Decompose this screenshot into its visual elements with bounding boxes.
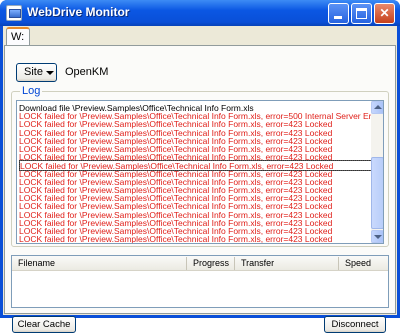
clear-cache-button[interactable]: Clear Cache <box>12 316 76 333</box>
title-bar[interactable]: WebDrive Monitor ✕ <box>0 0 400 26</box>
tab-strip: W: <box>3 26 397 46</box>
log-line[interactable]: LOCK failed for \Preview.Samples\Office\… <box>19 234 372 243</box>
maximize-icon <box>356 8 367 19</box>
scroll-up-arrow-icon[interactable] <box>371 101 383 114</box>
site-dropdown-button[interactable]: Site <box>16 63 57 82</box>
minimize-icon <box>334 16 342 19</box>
chevron-down-icon <box>46 71 54 75</box>
column-header-speed[interactable]: Speed <box>339 257 388 270</box>
monitor-window: WebDrive Monitor ✕ W: Site OpenKM Log Do… <box>0 0 400 333</box>
column-header-filename[interactable]: Filename <box>12 257 187 270</box>
disconnect-button[interactable]: Disconnect <box>324 316 386 333</box>
log-list[interactable]: Download file \Preview.Samples\Office\Te… <box>16 100 384 244</box>
log-group-label: Log <box>20 85 43 97</box>
tab-panel: Site OpenKM Log Download file \Preview.S… <box>4 45 396 333</box>
transfer-list[interactable]: Filename Progress Transfer Speed <box>11 255 389 308</box>
client-area: W: Site OpenKM Log Download file \Previe… <box>3 26 397 333</box>
close-icon: ✕ <box>379 6 390 20</box>
site-button-label: Site <box>24 66 43 78</box>
close-button[interactable]: ✕ <box>374 3 395 24</box>
transfer-list-header: Filename Progress Transfer Speed <box>12 256 388 271</box>
log-group: Log Download file \Preview.Samples\Offic… <box>11 85 389 247</box>
scroll-thumb[interactable] <box>371 157 383 229</box>
window-title: WebDrive Monitor <box>27 5 130 19</box>
log-scrollbar[interactable] <box>371 101 383 243</box>
app-icon <box>6 5 22 21</box>
column-header-transfer[interactable]: Transfer <box>235 257 339 270</box>
tab-drive-w[interactable]: W: <box>6 27 30 46</box>
scroll-down-arrow-icon[interactable] <box>371 230 383 243</box>
maximize-button[interactable] <box>351 3 372 24</box>
minimize-button[interactable] <box>328 3 349 24</box>
server-name: OpenKM <box>65 66 109 78</box>
column-header-progress[interactable]: Progress <box>187 257 235 270</box>
